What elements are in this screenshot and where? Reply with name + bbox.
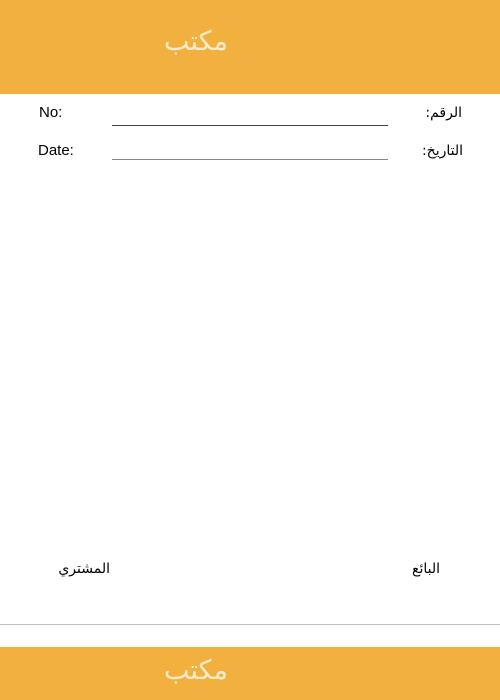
header-band: مكتب [0, 0, 500, 94]
divider [0, 624, 500, 625]
date-field[interactable] [112, 159, 388, 160]
number-label-ar: الرقم: [425, 105, 462, 121]
date-label-en: Date: [38, 142, 74, 159]
buyer-label: المشتري [58, 561, 110, 577]
number-label-en: No: [39, 104, 63, 121]
seller-label: البائع [412, 561, 440, 577]
date-label-ar: التاريخ: [421, 143, 463, 159]
number-field[interactable] [112, 125, 388, 126]
footer-title: مكتب [163, 655, 229, 686]
footer-band: مكتب [0, 647, 500, 700]
header-title: مكتب [163, 26, 229, 57]
